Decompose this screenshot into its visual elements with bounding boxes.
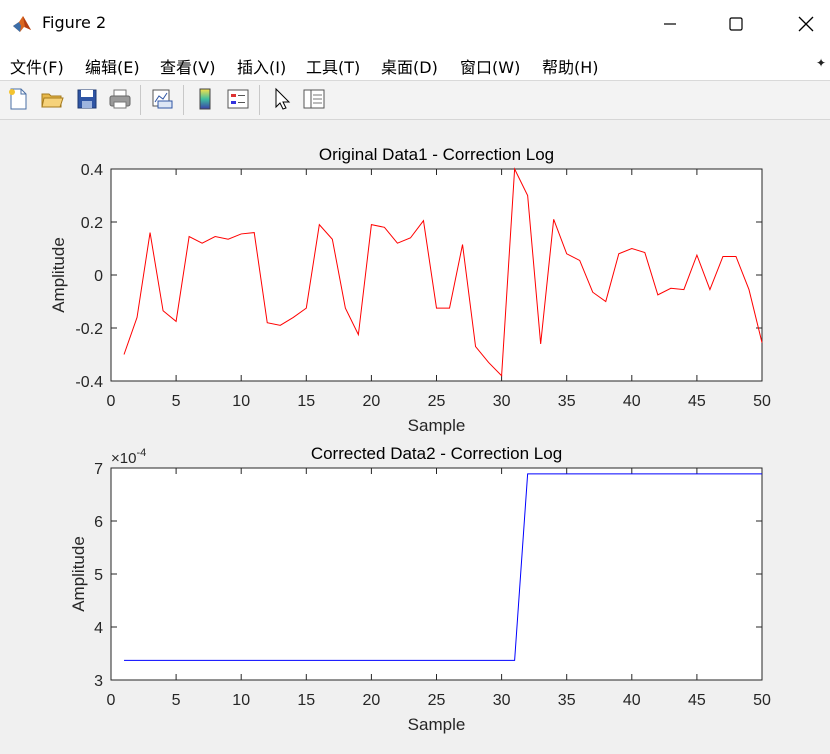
pin-icon[interactable]: ✦ [816,56,826,70]
x-tick-label: 10 [232,692,250,709]
save-icon[interactable] [75,87,99,111]
property-inspector-icon[interactable] [302,87,326,111]
matlab-icon [13,16,31,32]
legend-icon[interactable] [226,87,250,111]
x-tick-label: 25 [428,692,446,709]
menu-tools[interactable]: 工具(T) [306,54,360,78]
y-tick-label: 0 [94,268,103,285]
toolbar-separator [140,85,141,115]
new-figure-icon[interactable] [6,87,30,111]
colorbar-icon[interactable] [193,87,217,111]
open-file-icon[interactable] [40,87,64,111]
y-tick-label: 3 [94,673,103,690]
menu-desktop[interactable]: 桌面(D) [381,54,438,78]
x-tick-label: 45 [688,393,706,410]
x-tick-label: 40 [623,692,641,709]
x-tick-label: 15 [297,692,315,709]
menu-insert[interactable]: 插入(I) [237,54,286,78]
x-tick-label: 45 [688,692,706,709]
x-tick-label: 5 [172,393,181,410]
axes-original-data[interactable]: Original Data1 - Correction Log Sample A… [49,145,771,435]
menu-bar: 文件(F) 编辑(E) 查看(V) 插入(I) 工具(T) 桌面(D) 窗口(W… [0,48,830,81]
y-tick-label: -0.4 [75,374,103,391]
close-icon [798,16,814,32]
y-tick-label: 5 [94,567,103,584]
axes-corrected-data[interactable]: Corrected Data2 - Correction Log Sample … [69,444,771,734]
print-icon[interactable] [108,87,132,111]
y-tick-label: 0.2 [81,215,103,232]
x-axis-label: Sample [408,715,466,734]
pointer-icon[interactable] [270,87,294,111]
y-tick-label: 4 [94,620,103,637]
axes-box [110,168,763,382]
menu-edit[interactable]: 编辑(E) [85,54,140,78]
window-title: Figure 2 [42,13,107,32]
x-axis-label: Sample [408,416,466,435]
axes-box [110,467,763,681]
x-tick-label: 30 [493,692,511,709]
toolbar [0,81,830,120]
x-tick-label: 35 [558,393,576,410]
x-tick-label: 50 [753,692,771,709]
maximize-icon [729,17,743,31]
minimize-button[interactable] [640,0,700,48]
title-bar: Figure 2 [0,0,830,48]
y-axis-label: Amplitude [49,237,68,313]
y-tick-label: 7 [94,461,103,478]
menu-file[interactable]: 文件(F) [10,54,64,78]
menu-window[interactable]: 窗口(W) [460,54,520,78]
toolbar-separator [259,85,260,115]
x-tick-label: 20 [363,692,381,709]
close-button[interactable] [776,0,830,48]
y-tick-label: -0.2 [75,321,103,338]
x-tick-label: 40 [623,393,641,410]
x-tick-label: 50 [753,393,771,410]
chart-title: Corrected Data2 - Correction Log [311,444,562,463]
x-tick-label: 20 [363,393,381,410]
menu-help[interactable]: 帮助(H) [542,54,599,78]
chart-title: Original Data1 - Correction Log [319,145,554,164]
y-axis-label: Amplitude [69,536,88,612]
x-tick-label: 5 [172,692,181,709]
menu-view[interactable]: 查看(V) [160,54,215,78]
minimize-icon [664,23,676,25]
x-tick-label: 25 [428,393,446,410]
maximize-button[interactable] [706,0,766,48]
x-tick-label: 0 [107,393,116,410]
y-exponent-label: ×10-4 [111,447,146,467]
link-plot-icon[interactable] [150,87,174,111]
figure-plots: Original Data1 - Correction Log Sample A… [49,145,771,734]
y-tick-label: 6 [94,514,103,531]
x-tick-label: 35 [558,692,576,709]
x-tick-label: 30 [493,393,511,410]
y-tick-label: 0.4 [81,162,103,179]
toolbar-separator [183,85,184,115]
figure-canvas: Original Data1 - Correction Log Sample A… [0,120,830,750]
x-tick-label: 15 [297,393,315,410]
x-tick-label: 0 [107,692,116,709]
x-tick-label: 10 [232,393,250,410]
